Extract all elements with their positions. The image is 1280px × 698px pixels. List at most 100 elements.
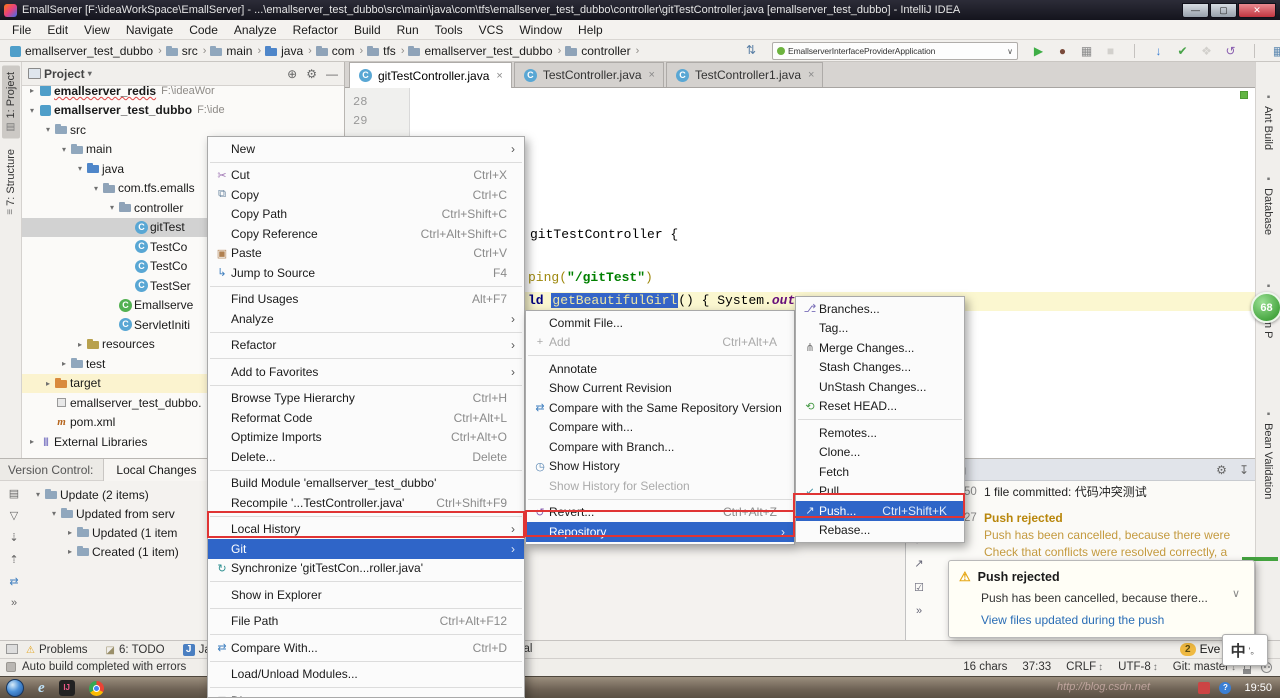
menu-item-copy-reference[interactable]: Copy Reference Ctrl+Alt+Shift+C <box>208 224 524 244</box>
chrome-icon[interactable] <box>88 680 104 696</box>
action-debug-button[interactable]: ● <box>1052 42 1073 60</box>
menu-item-browse-type-hierarchy[interactable]: Browse Type Hierarchy Ctrl+H <box>208 389 524 409</box>
crumb-tfs[interactable]: tfs › <box>366 44 407 58</box>
menu-item-revert[interactable]: ↺ Revert... Ctrl+Alt+Z <box>526 503 794 523</box>
menu-item-compare-with-branch[interactable]: Compare with Branch... <box>526 437 794 457</box>
menu-item-reset-head[interactable]: ⟲ Reset HEAD... <box>796 397 964 417</box>
close-tab-icon[interactable]: × <box>496 70 502 82</box>
overlay-badge[interactable]: 68 <box>1251 292 1280 323</box>
menu-item-diagrams[interactable]: ⊞Diagrams› <box>208 691 524 697</box>
event-tool-export-button[interactable]: ↗ <box>914 557 923 570</box>
editor-tab-testcontroller1-java[interactable]: TestController1.java× <box>665 62 824 87</box>
minimize-button[interactable]: — <box>1182 2 1209 18</box>
action-run-button[interactable]: ▶ <box>1028 42 1049 60</box>
action-separator[interactable] <box>1124 42 1145 60</box>
event-entry-sep[interactable]: Check that conflicts were resolved corre… <box>948 543 1255 560</box>
menu-item-show-in-explorer[interactable]: Show in Explorer <box>208 585 524 605</box>
menu-view[interactable]: View <box>76 21 118 39</box>
menu-item-remotes[interactable]: Remotes... <box>796 423 964 443</box>
crumb-java[interactable]: java › <box>264 44 315 58</box>
tree-row-emallserver-redis[interactable]: ▸ emallserver_redis F:\ideaWor <box>22 86 344 101</box>
vc-tool-filter-button[interactable]: ▽ <box>10 509 18 522</box>
menu-item-push[interactable]: ↗ Push... Ctrl+Shift+K <box>796 501 964 521</box>
action-coverage-button[interactable]: ▦ <box>1076 42 1097 60</box>
close-tab-icon[interactable]: × <box>649 69 655 81</box>
tool-window-button-bean-validation[interactable]: ▪ Bean Validation <box>1259 403 1277 505</box>
menu-item-delete[interactable]: Delete... Delete <box>208 447 524 467</box>
view-files-link[interactable]: View files updated during the push <box>981 613 1244 627</box>
menu-run[interactable]: Run <box>389 21 427 39</box>
menu-window[interactable]: Window <box>511 21 570 39</box>
inspection-status-icon[interactable] <box>1240 91 1248 99</box>
status-widget-utf-8[interactable]: UTF-8 <box>1118 661 1158 673</box>
menu-item-optimize-imports[interactable]: Optimize Imports Ctrl+Alt+O <box>208 428 524 448</box>
menu-item-refactor[interactable]: Refactor › <box>208 336 524 356</box>
tool-window-button-7-structure[interactable]: ≡ 7: Structure <box>2 143 20 221</box>
menu-edit[interactable]: Edit <box>39 21 76 39</box>
vc-tool-collapse-all-button[interactable]: ⇡ <box>9 553 18 566</box>
menu-item-git[interactable]: Git › <box>208 539 524 559</box>
menu-item-recompile-testcontroller-java[interactable]: Recompile '...TestController.java' Ctrl+S… <box>208 493 524 513</box>
menu-navigate[interactable]: Navigate <box>118 21 181 39</box>
tool-window-button-problems[interactable]: ⚠ Problems <box>26 644 88 656</box>
vc-tool-expand-all-button[interactable]: ⇣ <box>9 531 18 544</box>
crumb-main[interactable]: main › <box>209 44 264 58</box>
menu-item-show-history[interactable]: ◷ Show History <box>526 457 794 477</box>
menu-item-merge-changes[interactable]: ⋔ Merge Changes... <box>796 338 964 358</box>
menu-item-build-module-emallserver-test-dubbo[interactable]: Build Module 'emallserver_test_dubbo' <box>208 474 524 494</box>
menu-item-local-history[interactable]: Local History › <box>208 520 524 540</box>
event-tool-more-button[interactable]: » <box>916 605 922 617</box>
scroll-to-end-icon[interactable]: ↧ <box>1239 463 1249 477</box>
menu-tools[interactable]: Tools <box>427 21 471 39</box>
menu-item-annotate[interactable]: Annotate <box>526 359 794 379</box>
close-button[interactable]: ✕ <box>1238 2 1276 18</box>
action-revert-button[interactable]: ↺ <box>1220 42 1241 60</box>
vc-tool-diff-button[interactable]: ⇄ <box>9 575 18 588</box>
menu-item-pull[interactable]: ↙ Pull... <box>796 482 964 502</box>
hide-icon[interactable]: — <box>326 67 338 81</box>
menu-item-add-to-favorites[interactable]: Add to Favorites › <box>208 362 524 382</box>
menu-refactor[interactable]: Refactor <box>285 21 346 39</box>
tool-window-button-1-project[interactable]: ▤ 1: Project <box>1 66 20 139</box>
editor-tab-gittestcontroller-java[interactable]: gitTestController.java× <box>349 62 512 88</box>
menu-item-stash-changes[interactable]: Stash Changes... <box>796 358 964 378</box>
crumb-src[interactable]: src › <box>165 44 210 58</box>
status-widget-37-33[interactable]: 37:33 <box>1022 661 1051 673</box>
action-separator[interactable] <box>1244 42 1265 60</box>
start-button[interactable] <box>6 679 24 697</box>
event-entry-sep[interactable]: 38:501 file committed: 代码冲突测试 <box>948 483 1255 500</box>
crumb-emallserver-test-dubbo[interactable]: emallserver_test_dubbo › <box>8 44 165 58</box>
menu-help[interactable]: Help <box>570 21 611 39</box>
tool-window-button-event-log[interactable]: 2 Eve <box>1180 642 1220 656</box>
editor-tab-testcontroller-java[interactable]: TestController.java× <box>513 62 664 87</box>
chevron-down-icon[interactable]: ▾ <box>88 69 92 78</box>
menu-item-cut[interactable]: ✂ Cut Ctrl+X <box>208 166 524 186</box>
menu-item-tag[interactable]: Tag... <box>796 319 964 339</box>
maximize-button[interactable]: ▢ <box>1210 2 1237 18</box>
tool-window-button-ant-build[interactable]: ▪ Ant Build <box>1259 86 1277 156</box>
tool-window-button-database[interactable]: ▪ Database <box>1259 168 1277 241</box>
menu-item-copy-path[interactable]: Copy Path Ctrl+Shift+C <box>208 205 524 225</box>
menu-item-show-current-revision[interactable]: Show Current Revision <box>526 379 794 399</box>
menu-item-analyze[interactable]: Analyze › <box>208 309 524 329</box>
menu-analyze[interactable]: Analyze <box>226 21 285 39</box>
menu-build[interactable]: Build <box>346 21 389 39</box>
menu-item-compare-with[interactable]: ⇄ Compare With... Ctrl+D <box>208 638 524 658</box>
action-update-project-button[interactable]: ↓ <box>1148 42 1169 60</box>
close-tab-icon[interactable]: × <box>808 69 814 81</box>
menu-item-find-usages[interactable]: Find Usages Alt+F7 <box>208 290 524 310</box>
run-configuration-select[interactable]: EmallserverInterfaceProviderApplication … <box>772 42 1018 60</box>
menu-vcs[interactable]: VCS <box>471 21 512 39</box>
expand-chevron-icon[interactable]: ∨ <box>1232 587 1240 600</box>
menu-item-jump-to-source[interactable]: ↳ Jump to Source F4 <box>208 263 524 283</box>
intellij-taskbar-icon[interactable]: IJ <box>58 680 75 696</box>
crumb-emallserver-test-dubbo[interactable]: emallserver_test_dubbo › <box>407 44 564 58</box>
gear-icon[interactable]: ⚙ <box>1216 463 1227 477</box>
menu-item-compare-with[interactable]: Compare with... <box>526 418 794 438</box>
crumb-com[interactable]: com › <box>315 44 366 58</box>
action-commit-button[interactable]: ✔ <box>1172 42 1193 60</box>
tab-local-changes[interactable]: Local Changes <box>103 458 210 481</box>
menu-item-commit-file[interactable]: Commit File... <box>526 313 794 333</box>
tool-window-switcher-icon[interactable] <box>6 644 18 654</box>
menu-item-compare-with-the-same-repository-version[interactable]: ⇄ Compare with the Same Repository Versio… <box>526 398 794 418</box>
